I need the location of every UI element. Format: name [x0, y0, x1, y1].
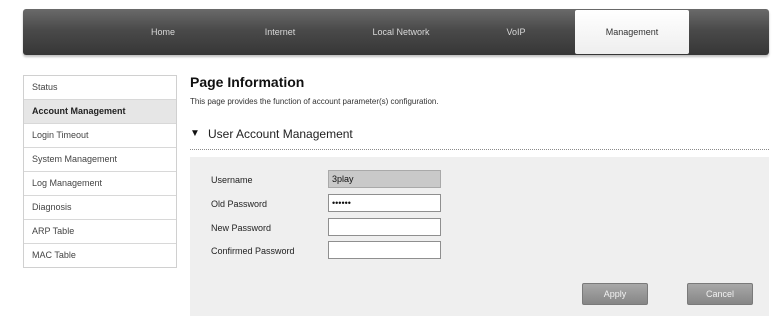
nav-tab-voip[interactable]: VoIP — [491, 9, 541, 55]
nav-tab-internet[interactable]: Internet — [245, 9, 315, 55]
page-description: This page provides the function of accou… — [190, 97, 439, 106]
username-field[interactable] — [328, 170, 441, 188]
confirmed-password-field[interactable] — [328, 241, 441, 259]
sidebar-item-log-management[interactable]: Log Management — [24, 172, 176, 196]
cancel-button[interactable]: Cancel — [687, 283, 753, 305]
new-password-field[interactable] — [328, 218, 441, 236]
section-title: User Account Management — [208, 127, 353, 141]
nav-tab-management[interactable]: Management — [575, 10, 689, 54]
sidebar-item-account-management[interactable]: Account Management — [24, 100, 176, 124]
sidebar-item-mac-table[interactable]: MAC Table — [24, 244, 176, 267]
sidebar-item-login-timeout[interactable]: Login Timeout — [24, 124, 176, 148]
old-password-label: Old Password — [211, 199, 268, 209]
apply-button[interactable]: Apply — [582, 283, 648, 305]
sidebar-item-system-management[interactable]: System Management — [24, 148, 176, 172]
old-password-field[interactable] — [328, 194, 441, 212]
username-label: Username — [211, 175, 253, 185]
nav-tab-local-network[interactable]: Local Network — [356, 9, 446, 55]
new-password-label: New Password — [211, 223, 272, 233]
sidebar-item-arp-table[interactable]: ARP Table — [24, 220, 176, 244]
page-title: Page Information — [190, 74, 305, 90]
top-navigation-bar: Home Internet Local Network VoIP Managem… — [23, 9, 769, 55]
account-form-panel: Username Old Password New Password Confi… — [190, 157, 769, 316]
sidebar-item-diagnosis[interactable]: Diagnosis — [24, 196, 176, 220]
sidebar-menu: Status Account Management Login Timeout … — [23, 75, 177, 268]
section-header[interactable]: ▼ User Account Management — [190, 127, 769, 150]
sidebar-item-status[interactable]: Status — [24, 76, 176, 100]
confirmed-password-label: Confirmed Password — [211, 246, 295, 256]
collapse-arrow-icon[interactable]: ▼ — [190, 128, 200, 139]
nav-tab-home[interactable]: Home — [133, 9, 193, 55]
